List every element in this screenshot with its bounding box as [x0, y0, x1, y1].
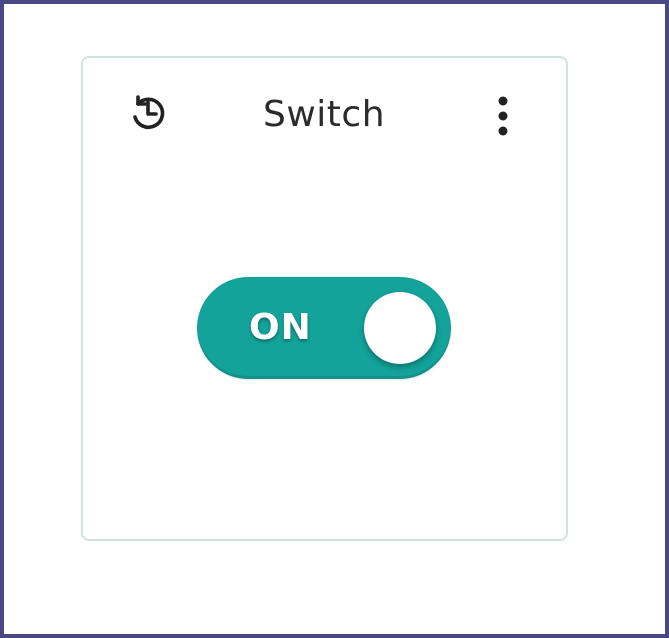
more-vertical-icon-graphic — [498, 96, 508, 136]
toggle-state-label: ON — [249, 307, 312, 348]
history-icon[interactable] — [125, 91, 171, 137]
outer-frame: Switch ON — [0, 0, 669, 638]
switch-widget-card: Switch ON — [81, 56, 568, 541]
toggle-knob[interactable] — [364, 292, 436, 364]
widget-title: Switch — [262, 94, 386, 135]
history-icon-graphic — [133, 95, 165, 130]
switch-toggle[interactable]: ON — [197, 277, 451, 379]
more-options-icon[interactable] — [489, 94, 517, 138]
